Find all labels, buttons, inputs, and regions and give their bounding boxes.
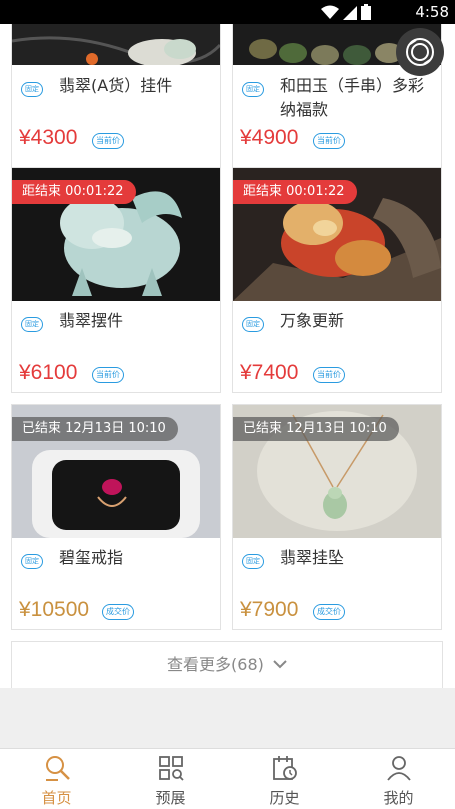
price-type-label: 当前价: [92, 133, 124, 149]
tab-preview[interactable]: 预展: [114, 749, 227, 809]
fixed-price-badge: 固定: [242, 554, 264, 569]
card-price: ¥10500: [19, 598, 90, 621]
auction-card[interactable]: 已结束 12月13日 10:10 固定 翡翠挂坠 ¥7900 成交价: [232, 404, 442, 630]
tab-home[interactable]: 首页: [0, 749, 113, 809]
card-price: ¥4900: [240, 126, 299, 149]
price-type-label: 成交价: [102, 604, 134, 620]
status-time: 4:58: [415, 3, 449, 21]
signal-icon: [343, 5, 357, 20]
calendar-clock-icon: [273, 756, 297, 780]
auction-card[interactable]: 距结束 00:01:22 固定 翡翠摆件 ¥6100 当前价: [11, 167, 221, 393]
ended-tag: 已结束 12月13日 10:10: [233, 417, 399, 441]
grid-search-icon: [159, 756, 184, 781]
fixed-price-badge: 固定: [21, 554, 43, 569]
product-image: 距结束 00:01:22: [12, 168, 220, 301]
price-type-label: 当前价: [92, 367, 124, 383]
card-price: ¥7900: [240, 598, 299, 621]
tab-history[interactable]: 历史: [228, 749, 341, 809]
product-image: 距结束 00:01:22: [233, 168, 441, 301]
card-title: 和田玉（手串）多彩纳福款: [280, 76, 425, 119]
bottom-tab-bar: 首页 预展 历史 我的: [0, 748, 455, 809]
tab-label: 历史: [269, 789, 300, 807]
price-type-label: 当前价: [313, 367, 345, 383]
card-title: 碧玺戒指: [59, 548, 124, 567]
tab-me[interactable]: 我的: [342, 749, 455, 809]
countdown-tag: 距结束 00:01:22: [233, 180, 357, 204]
card-title: 万象更新: [280, 311, 345, 330]
product-image: 已结束 12月13日 10:10: [233, 405, 441, 538]
status-icons: [321, 4, 371, 20]
tab-label: 预展: [155, 789, 186, 807]
fixed-price-badge: 固定: [242, 317, 264, 332]
card-price: ¥7400: [240, 361, 299, 384]
load-more-label: 查看更多(68): [167, 655, 264, 674]
user-icon: [387, 756, 411, 781]
auction-card[interactable]: 固定 翡翠(A货）挂件 ¥4300 当前价: [11, 24, 221, 180]
auction-card[interactable]: 距结束 00:01:22 固定 万象更新 ¥7400 当前价: [232, 167, 442, 393]
card-title: 翡翠(A货）挂件: [59, 76, 173, 95]
card-price: ¥4300: [19, 126, 78, 149]
product-image: 已结束 12月13日 10:10: [12, 405, 220, 538]
wifi-icon: [321, 5, 339, 19]
card-price: ¥6100: [19, 361, 78, 384]
tab-label: 我的: [383, 789, 414, 807]
price-type-label: 成交价: [313, 604, 345, 620]
chevron-down-icon: [273, 660, 287, 669]
status-bar: 4:58: [0, 0, 455, 24]
countdown-tag: 距结束 00:01:22: [12, 180, 136, 204]
auction-hammer-icon: [46, 756, 70, 781]
battery-icon: [361, 4, 371, 20]
floating-camera-button[interactable]: [396, 28, 444, 76]
card-title: 翡翠挂坠: [280, 548, 345, 567]
fixed-price-badge: 固定: [242, 82, 264, 97]
load-more-button[interactable]: 查看更多(68): [11, 641, 443, 688]
tab-label: 首页: [41, 789, 72, 807]
price-type-label: 当前价: [313, 133, 345, 149]
card-title: 翡翠摆件: [59, 311, 124, 330]
auction-feed[interactable]: 固定 翡翠(A货）挂件 ¥4300 当前价 固定 和田玉（手串）多彩纳福款 ¥4…: [0, 24, 455, 688]
ended-tag: 已结束 12月13日 10:10: [12, 417, 178, 441]
product-image: [12, 24, 220, 65]
camera-lens-icon: [406, 38, 434, 66]
fixed-price-badge: 固定: [21, 317, 43, 332]
fixed-price-badge: 固定: [21, 82, 43, 97]
auction-card[interactable]: 已结束 12月13日 10:10 固定 碧玺戒指 ¥10500 成交价: [11, 404, 221, 630]
